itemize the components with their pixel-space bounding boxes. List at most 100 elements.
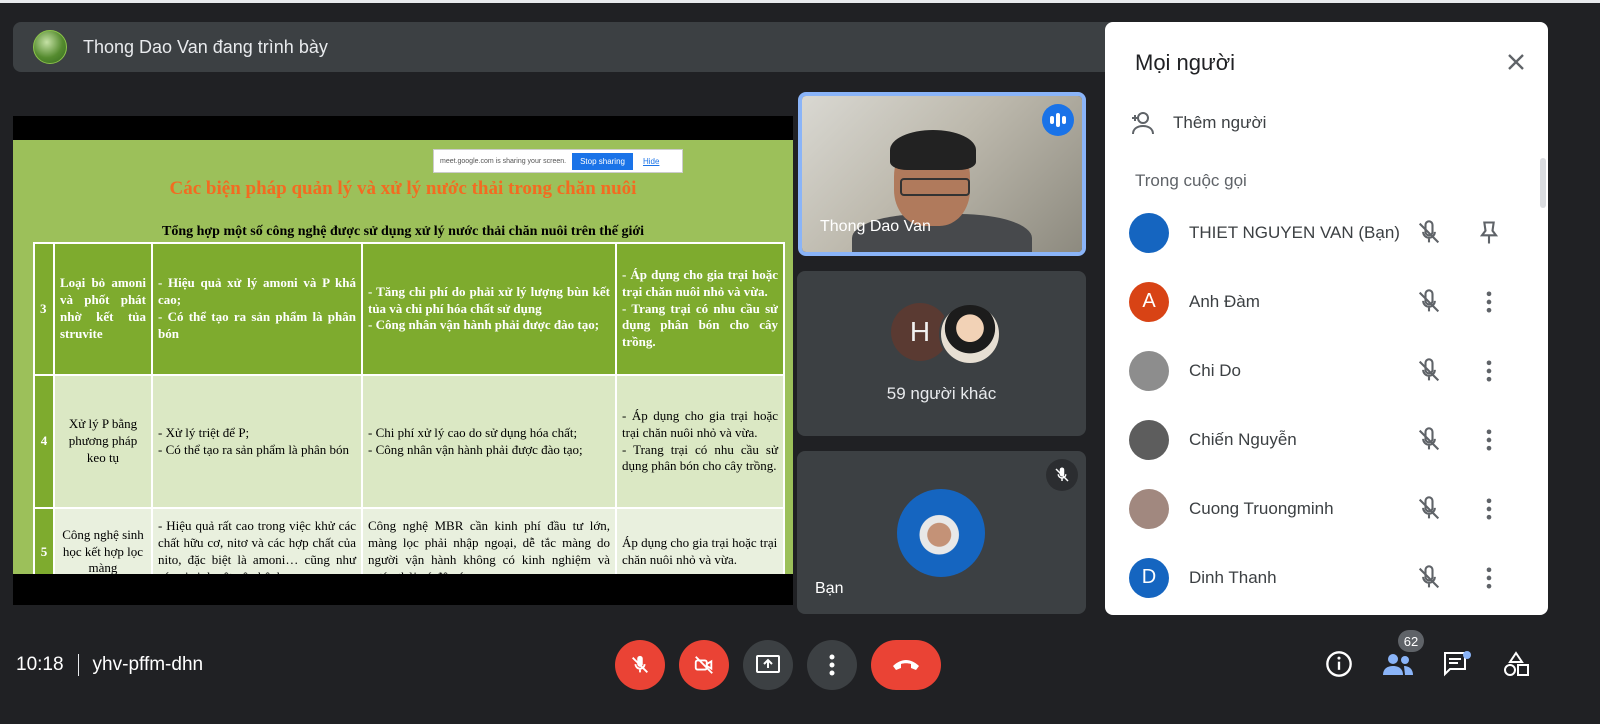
- shared-screen[interactable]: meet.google.com is sharing your screen. …: [13, 116, 793, 605]
- meeting-code[interactable]: yhv-pffm-dhn: [93, 654, 204, 676]
- window-top-strip: [0, 0, 1600, 3]
- participant-name: Cuong Truongminh: [1189, 498, 1334, 518]
- mic-off-icon[interactable]: [1415, 495, 1443, 523]
- self-tile[interactable]: Bạn: [797, 451, 1086, 614]
- activities-button[interactable]: [1500, 648, 1532, 680]
- section-label: Trong cuộc gọi: [1135, 171, 1247, 190]
- present-icon: [756, 655, 780, 673]
- row-technology: Xử lý P bằng phương pháp keo tụ: [53, 374, 153, 509]
- table-row: 3 Loại bỏ amoni và phốt phát nhờ kết tủa…: [33, 242, 785, 376]
- video-person-hair: [890, 130, 976, 170]
- participant-row[interactable]: Chi Do: [1105, 336, 1548, 405]
- avatar: A: [1129, 281, 1169, 322]
- hide-link[interactable]: Hide: [643, 157, 659, 166]
- mic-off-icon[interactable]: [1415, 426, 1443, 454]
- participant-row[interactable]: A Anh Đàm: [1105, 267, 1548, 336]
- panel-title: Mọi người: [1135, 50, 1236, 75]
- row-application: Áp dụng cho gia trại hoặc trại chăn nuôi…: [615, 507, 785, 574]
- participant-name: Dinh Thanh: [1189, 567, 1277, 587]
- participant-row[interactable]: THIET NGUYEN VAN (Bạn): [1105, 198, 1548, 267]
- participant-list: THIET NGUYEN VAN (Bạn) A Anh Đàm Chi Do Chiế…: [1105, 198, 1548, 612]
- presentation-slide: meet.google.com is sharing your screen. …: [13, 140, 793, 574]
- people-button[interactable]: [1382, 648, 1414, 680]
- more-vert-icon[interactable]: [1475, 426, 1503, 454]
- participant-count-badge: 62: [1398, 630, 1424, 652]
- row-technology: Công nghệ sinh học kết hợp lọc màng: [53, 507, 153, 574]
- mic-toggle-button[interactable]: [615, 640, 665, 690]
- stop-sharing-button[interactable]: Stop sharing: [572, 152, 633, 170]
- avatar: [939, 303, 1001, 365]
- presenter-text: Thong Dao Van đang trình bày: [83, 36, 328, 57]
- participant-name: Chi Do: [1189, 360, 1241, 380]
- people-icon: [1383, 654, 1413, 675]
- others-count-label: 59 người khác: [886, 384, 997, 403]
- row-application: - Áp dụng cho gia trại hoặc trại chăn nu…: [615, 374, 785, 509]
- mic-off-icon: [632, 655, 648, 673]
- row-application: - Áp dụng cho gia trại hoặc trại chăn nu…: [615, 242, 785, 376]
- camera-off-icon: [694, 656, 713, 674]
- pin-icon[interactable]: [1475, 219, 1503, 247]
- chat-icon: [1444, 651, 1471, 677]
- mic-off-icon[interactable]: [1415, 564, 1443, 592]
- table-row: 4 Xử lý P bằng phương pháp keo tụ - Xử l…: [33, 374, 785, 509]
- mic-off-icon[interactable]: [1415, 219, 1443, 247]
- more-vert-icon[interactable]: [1475, 564, 1503, 592]
- mic-off-icon[interactable]: [1415, 288, 1443, 316]
- more-vert-icon[interactable]: [1475, 288, 1503, 316]
- clock: 10:18: [16, 654, 64, 675]
- row-advantages: - Xử lý triệt để P; - Có thể tạo ra sản …: [151, 374, 363, 509]
- row-advantages: - Hiệu quả rất cao trong việc khử các ch…: [151, 507, 363, 574]
- row-disadvantages: - Chi phí xử lý cao do sử dụng hóa chất;…: [361, 374, 617, 509]
- muted-icon: [1046, 459, 1078, 491]
- participant-row[interactable]: Chiến Nguyễn: [1105, 405, 1548, 474]
- hang-up-icon: [893, 660, 919, 670]
- slide-table: 3 Loại bỏ amoni và phốt phát nhờ kết tủa…: [33, 242, 785, 574]
- add-people-label: Thêm người: [1173, 113, 1267, 132]
- presenter-bar: Thong Dao Van đang trình bày: [13, 22, 1123, 72]
- slide-subtitle: Tổng hợp một số công nghệ được sử dụng x…: [162, 224, 644, 239]
- participant-name: Anh Đàm: [1189, 291, 1260, 311]
- participant-row[interactable]: D Dinh Thanh: [1105, 543, 1548, 612]
- more-vert-icon[interactable]: [1475, 357, 1503, 385]
- avatar: [1129, 419, 1169, 460]
- row-number: 4: [33, 374, 55, 509]
- speaker-name: Thong Dao Van: [820, 218, 931, 235]
- self-name: Bạn: [815, 580, 844, 597]
- presenter-avatar: [33, 30, 67, 64]
- active-speaker-tile[interactable]: Thong Dao Van: [798, 92, 1086, 256]
- more-vert-icon: [829, 654, 835, 676]
- chat-button[interactable]: [1441, 648, 1473, 680]
- slide-title: Các biện pháp quản lý và xử lý nước thải…: [169, 178, 637, 199]
- more-vert-icon[interactable]: [1475, 495, 1503, 523]
- video-person-glasses: [900, 178, 970, 196]
- add-person-icon: [1132, 112, 1154, 135]
- info-icon: [1326, 651, 1352, 677]
- mic-off-icon[interactable]: [1415, 357, 1443, 385]
- meeting-details-button[interactable]: [1323, 648, 1355, 680]
- camera-toggle-button[interactable]: [679, 640, 729, 690]
- participant-row[interactable]: Cuong Truongminh: [1105, 474, 1548, 543]
- divider: [77, 654, 79, 676]
- participant-name: Chiến Nguyễn: [1189, 429, 1297, 449]
- other-participants-tile[interactable]: H 59 người khác: [797, 271, 1086, 436]
- close-icon[interactable]: [1502, 48, 1530, 76]
- row-advantages: - Hiệu quả xử lý amoni và P khá cao; - C…: [151, 242, 363, 376]
- meeting-info: 10:18 yhv-pffm-dhn: [16, 654, 203, 676]
- avatar: [1129, 488, 1169, 529]
- self-avatar: [897, 489, 985, 577]
- speaking-indicator-icon: [1042, 104, 1074, 136]
- activities-icon: [1504, 651, 1529, 676]
- leave-call-button[interactable]: [871, 640, 941, 690]
- row-number: 3: [33, 242, 55, 376]
- table-row: 5 Công nghệ sinh học kết hợp lọc màng - …: [33, 507, 785, 574]
- add-people-button[interactable]: Thêm người: [1129, 110, 1266, 136]
- row-disadvantages: - Tăng chi phí do phải xử lý lượng bùn k…: [361, 242, 617, 376]
- present-screen-button[interactable]: [743, 640, 793, 690]
- row-number: 5: [33, 507, 55, 574]
- avatar: [1129, 350, 1169, 391]
- avatar: D: [1129, 557, 1169, 598]
- more-options-button[interactable]: [807, 640, 857, 690]
- participant-name: THIET NGUYEN VAN (Bạn): [1189, 222, 1400, 242]
- avatar-stack: H: [891, 303, 1001, 365]
- row-disadvantages: Công nghệ MBR cần kinh phí đầu tư lớn, m…: [361, 507, 617, 574]
